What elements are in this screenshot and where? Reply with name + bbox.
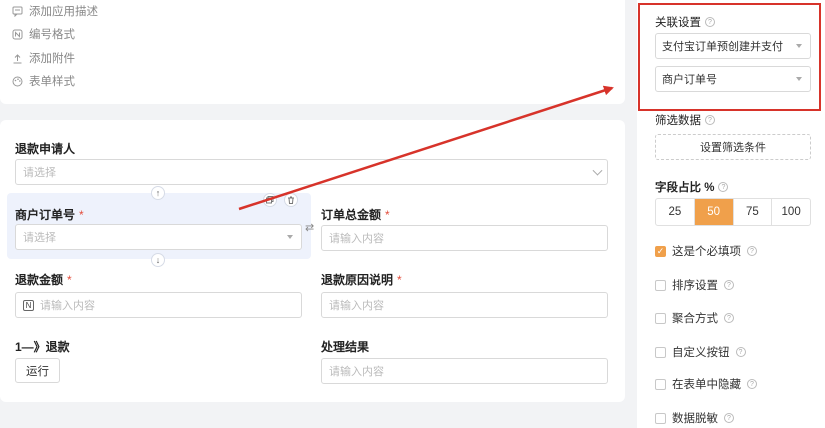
refund-amount-label: 退款金额 * (15, 273, 72, 287)
help-icon[interactable]: ? (747, 379, 757, 389)
placeholder: 请选择 (23, 167, 56, 179)
chevron-down-icon (592, 165, 603, 176)
width-option-75[interactable]: 75 (734, 199, 773, 225)
refund-amount-input[interactable]: N 请输入内容 (15, 292, 302, 318)
palette-icon (12, 76, 23, 87)
checkbox-box (655, 312, 666, 324)
move-down-icon[interactable]: ↓ (151, 253, 165, 267)
help-icon[interactable]: ? (735, 347, 746, 357)
refund-applicant-select[interactable]: 请选择 (15, 159, 608, 185)
checkbox-box (655, 412, 666, 424)
caret-down-icon (287, 235, 293, 239)
filter-data-label: 筛选数据? (655, 112, 715, 128)
help-icon[interactable]: ? (724, 280, 734, 290)
result-label: 处理结果 (321, 340, 370, 354)
result-input[interactable]: 请输入内容 (321, 358, 608, 384)
help-icon[interactable]: ? (747, 246, 757, 256)
form-options-card: 添加应用描述 编号格式 添加附件 表单样式 (0, 0, 625, 104)
checkbox-label: 聚合方式 (672, 313, 718, 325)
checkbox-box (655, 378, 666, 390)
add-app-description-option[interactable]: 添加应用描述 (12, 3, 98, 19)
order-total-label: 订单总金额 * (321, 208, 390, 222)
merchant-order-select[interactable]: 请选择 (15, 224, 302, 250)
move-up-icon[interactable]: ↑ (151, 186, 165, 200)
form-canvas: 退款申请人 请选择 ↑ ↓ ⇄ 商户订单号 * 请选择 订单总金额 * 请输入内容 … (0, 120, 625, 402)
checkbox-label: 数据脱敏 (672, 413, 718, 425)
order-total-input[interactable]: 请输入内容 (321, 225, 608, 251)
annotation-highlight-frame (638, 3, 821, 111)
help-icon[interactable]: ? (724, 313, 734, 323)
form-style-option[interactable]: 表单样式 (12, 73, 75, 89)
check-icon: ✓ (655, 245, 666, 257)
number-format-icon (12, 29, 23, 40)
option-label: 表单样式 (29, 76, 75, 88)
run-button[interactable]: 运行 (15, 358, 60, 383)
help-icon[interactable]: ? (724, 413, 734, 423)
checkbox-box (655, 279, 666, 291)
custom-button-checkbox[interactable]: 自定义按钮 ? (655, 344, 746, 360)
checkbox-label: 排序设置 (672, 280, 718, 292)
aggregation-checkbox[interactable]: 聚合方式 ? (655, 310, 734, 326)
sort-settings-checkbox[interactable]: 排序设置 ? (655, 277, 734, 293)
refund-applicant-label: 退款申请人 (15, 142, 76, 156)
field-width-label: 字段占比 %? (655, 179, 729, 195)
placeholder: 请选择 (23, 232, 56, 244)
refund-step-label: 1—》退款 (15, 340, 70, 354)
hide-in-form-checkbox[interactable]: 在表单中隐藏 ? (655, 376, 757, 392)
width-option-25[interactable]: 25 (656, 199, 695, 225)
placeholder: 请输入内容 (40, 300, 95, 312)
option-label: 添加应用描述 (29, 6, 98, 18)
add-attachment-option[interactable]: 添加附件 (12, 50, 75, 66)
width-option-50[interactable]: 50 (694, 199, 734, 225)
option-label: 添加附件 (29, 53, 75, 65)
upload-icon (12, 53, 23, 64)
refund-reason-label: 退款原因说明 * (321, 273, 402, 287)
width-option-100[interactable]: 100 (772, 199, 810, 225)
copy-icon[interactable] (263, 193, 277, 207)
help-icon[interactable]: ? (718, 182, 729, 192)
checkbox-label: 自定义按钮 (672, 347, 730, 359)
comment-icon (12, 6, 23, 17)
refund-reason-input[interactable]: 请输入内容 (321, 292, 608, 318)
placeholder: 请输入内容 (329, 366, 384, 378)
data-masking-checkbox[interactable]: 数据脱敏 ? (655, 410, 734, 426)
checkbox-label: 在表单中隐藏 (672, 379, 741, 391)
field-width-segmented: 25 50 75 100 (655, 198, 811, 226)
help-icon[interactable]: ? (705, 115, 715, 125)
number-icon: N (23, 299, 34, 311)
number-format-option[interactable]: 编号格式 (12, 26, 75, 42)
checkbox-box (655, 346, 666, 358)
checkbox-label: 这是个必填项 (672, 246, 741, 258)
placeholder: 请输入内容 (329, 300, 384, 312)
set-filter-button[interactable]: 设置筛选条件 (655, 134, 811, 160)
placeholder: 请输入内容 (329, 233, 384, 245)
delete-icon[interactable] (284, 193, 298, 207)
option-label: 编号格式 (29, 29, 75, 41)
merchant-order-label: 商户订单号 * (15, 208, 84, 222)
swap-icon[interactable]: ⇄ (305, 221, 314, 234)
required-checkbox[interactable]: ✓ 这是个必填项 ? (655, 243, 757, 259)
